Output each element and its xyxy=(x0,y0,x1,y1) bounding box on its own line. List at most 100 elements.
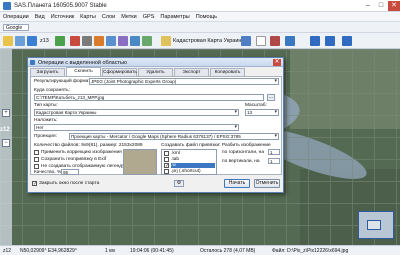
menu-maps[interactable]: Карты xyxy=(80,14,96,20)
window-title: SAS.Планета 160505.9007 Stable xyxy=(14,3,107,9)
tab-download[interactable]: Загрузить xyxy=(30,68,65,76)
scale-select[interactable]: 13 xyxy=(245,109,279,116)
menu-settings[interactable]: Параметры xyxy=(160,14,189,20)
tab-delete[interactable]: Удалить xyxy=(138,68,173,76)
minimap[interactable] xyxy=(358,211,394,239)
apply-correction-label: Применить коррекцию изображения xyxy=(41,150,122,155)
quality-label: Качество, % xyxy=(34,170,62,175)
save-georef-label: Сохранить геопривязку в Exif xyxy=(41,157,107,162)
tab-stitch[interactable]: Склеить xyxy=(66,67,101,76)
zoom-icon[interactable] xyxy=(27,36,37,46)
save-georef-checkbox[interactable] xyxy=(34,157,39,162)
no-legend-checkbox[interactable] xyxy=(34,164,39,169)
menu-operations[interactable]: Операции xyxy=(3,14,29,20)
app-icon xyxy=(3,2,11,10)
list-item[interactable]: .kml xyxy=(171,151,180,156)
close-after-start-checkbox[interactable]: ✓ xyxy=(32,181,37,187)
status-bar: z12 N50,02909° E34,962829° 1 км 19:04:06… xyxy=(0,245,400,255)
fullscreen-icon[interactable] xyxy=(256,36,266,46)
route-icon[interactable] xyxy=(94,36,104,46)
georef-kml-checkbox[interactable] xyxy=(164,151,169,156)
select-tool-icon[interactable] xyxy=(3,36,13,46)
split-horizontal-label: по горизонтали, на xyxy=(222,150,264,155)
source-combo[interactable]: Google xyxy=(3,24,29,31)
georef-tab-checkbox[interactable] xyxy=(164,157,169,162)
scale-label: Масштаб: xyxy=(245,103,267,108)
list-item-selected[interactable]: .w xyxy=(171,163,215,168)
tab-generate[interactable]: Сформировать xyxy=(102,68,137,76)
georef-title: Создавать файл привязки: xyxy=(161,143,221,148)
ruler-icon[interactable] xyxy=(82,36,92,46)
split-horizontal-input[interactable]: 1 xyxy=(268,149,280,155)
dialog-close-button[interactable]: ✕ xyxy=(273,59,281,66)
status-file: Файл: D:\Pix_z\Pix12226\x694.jpg xyxy=(272,248,349,254)
navigate-icon[interactable] xyxy=(342,36,352,46)
globe-icon[interactable] xyxy=(55,36,65,46)
format-select[interactable]: JPEG (Joint Photographic Experts Group) xyxy=(89,78,279,85)
maximize-button[interactable]: □ xyxy=(375,1,387,11)
no-legend-label: Не создавать отображаемую легенду xyxy=(41,164,125,169)
list-item[interactable]: .tab xyxy=(171,157,179,162)
overlay-select[interactable]: Нет xyxy=(34,124,239,131)
map-type-icon[interactable] xyxy=(130,36,140,46)
close-button[interactable]: ✕ xyxy=(388,1,400,11)
tab-export[interactable]: Экспорт xyxy=(174,68,209,76)
georef-prj-checkbox[interactable] xyxy=(164,169,169,174)
menu-help[interactable]: Помощь xyxy=(196,14,217,20)
search-icon[interactable] xyxy=(285,36,295,46)
settings-icon[interactable]: ⚙ xyxy=(174,180,184,187)
gps-icon[interactable] xyxy=(270,36,280,46)
polygon-icon[interactable] xyxy=(106,36,116,46)
path-label: Куда сохранять: xyxy=(34,88,70,93)
marker-icon[interactable] xyxy=(70,36,80,46)
toolbar-top: Google xyxy=(0,22,400,33)
preview-image xyxy=(123,149,157,175)
dialog-tabs: Загрузить Склеить Сформировать Удалить Э… xyxy=(30,67,282,76)
dialog-title-bar[interactable]: Операции с выделенной областью ✕ xyxy=(28,58,283,67)
list-item[interactable]: .prj (.shortcut) xyxy=(171,169,201,174)
title-bar: SAS.Планета 160505.9007 Stable – □ ✕ xyxy=(0,0,400,12)
quality-input[interactable]: 95 xyxy=(61,169,79,175)
menu-bar: Операции Вид Источник Карты Слои Метки G… xyxy=(0,12,400,22)
tab-copy[interactable]: Копировать xyxy=(210,68,245,76)
move-tool-icon[interactable] xyxy=(15,36,25,46)
zoom-bar: + z12 − xyxy=(0,49,12,245)
start-button[interactable]: Начать xyxy=(224,179,250,188)
projection-select[interactable]: Проекция карты - Mercator / Google Maps … xyxy=(69,133,279,140)
menu-marks[interactable]: Метки xyxy=(121,14,137,20)
active-layer-label[interactable]: Кадастровая Карта Украины xyxy=(173,38,245,44)
map-type-select[interactable]: Кадастровая Карта Украины xyxy=(34,109,239,116)
star-icon[interactable] xyxy=(310,36,320,46)
file-count-info: Количество файлов: 9х9(81), размер: 2153… xyxy=(34,143,143,148)
map-type-label: Тип карты: xyxy=(34,103,58,108)
stitch-panel: Результирующий формат: JPEG (Joint Photo… xyxy=(30,76,282,175)
menu-layers[interactable]: Слои xyxy=(102,14,115,20)
apply-correction-checkbox[interactable] xyxy=(34,150,39,155)
dialog-icon xyxy=(30,60,35,65)
browse-button[interactable]: ... xyxy=(267,94,275,101)
toolbar-main: z13 Кадастровая Карта Украины xyxy=(0,33,400,49)
favorites-icon[interactable] xyxy=(325,36,335,46)
georef-w-checkbox[interactable]: ✓ xyxy=(164,163,169,169)
georef-list[interactable]: .kml .tab ✓ .w .prj (.shortcut) xyxy=(161,149,217,175)
zoom-in-button[interactable]: + xyxy=(2,109,10,117)
projection-label: Проекция: xyxy=(34,134,57,139)
menu-source[interactable]: Источник xyxy=(51,14,74,20)
layers-icon[interactable] xyxy=(142,36,152,46)
status-coords: N50,02909° E34,962829° xyxy=(20,248,77,254)
status-queue: Осталось 278 (4,07 MB) xyxy=(200,248,256,254)
menu-view[interactable]: Вид xyxy=(35,14,45,20)
status-scale: 1 км xyxy=(105,248,115,254)
grid-icon[interactable] xyxy=(241,36,251,46)
minimize-button[interactable]: – xyxy=(362,1,374,11)
split-title: Разбить изображение xyxy=(222,143,271,148)
minimap-viewport[interactable] xyxy=(367,220,381,230)
cancel-button[interactable]: Отменить xyxy=(254,179,280,188)
path-input[interactable]: C:\TEMP\Катьбеть_z13_MPP.jpg xyxy=(34,94,264,101)
menu-gps[interactable]: GPS xyxy=(143,14,155,20)
split-vertical-input[interactable]: 1 xyxy=(268,158,280,164)
selection-operations-dialog: Операции с выделенной областью ✕ Загрузи… xyxy=(27,57,284,193)
zoom-out-button[interactable]: − xyxy=(2,139,10,147)
layer-toggle-icon[interactable] xyxy=(161,36,171,46)
path-icon[interactable] xyxy=(118,36,128,46)
